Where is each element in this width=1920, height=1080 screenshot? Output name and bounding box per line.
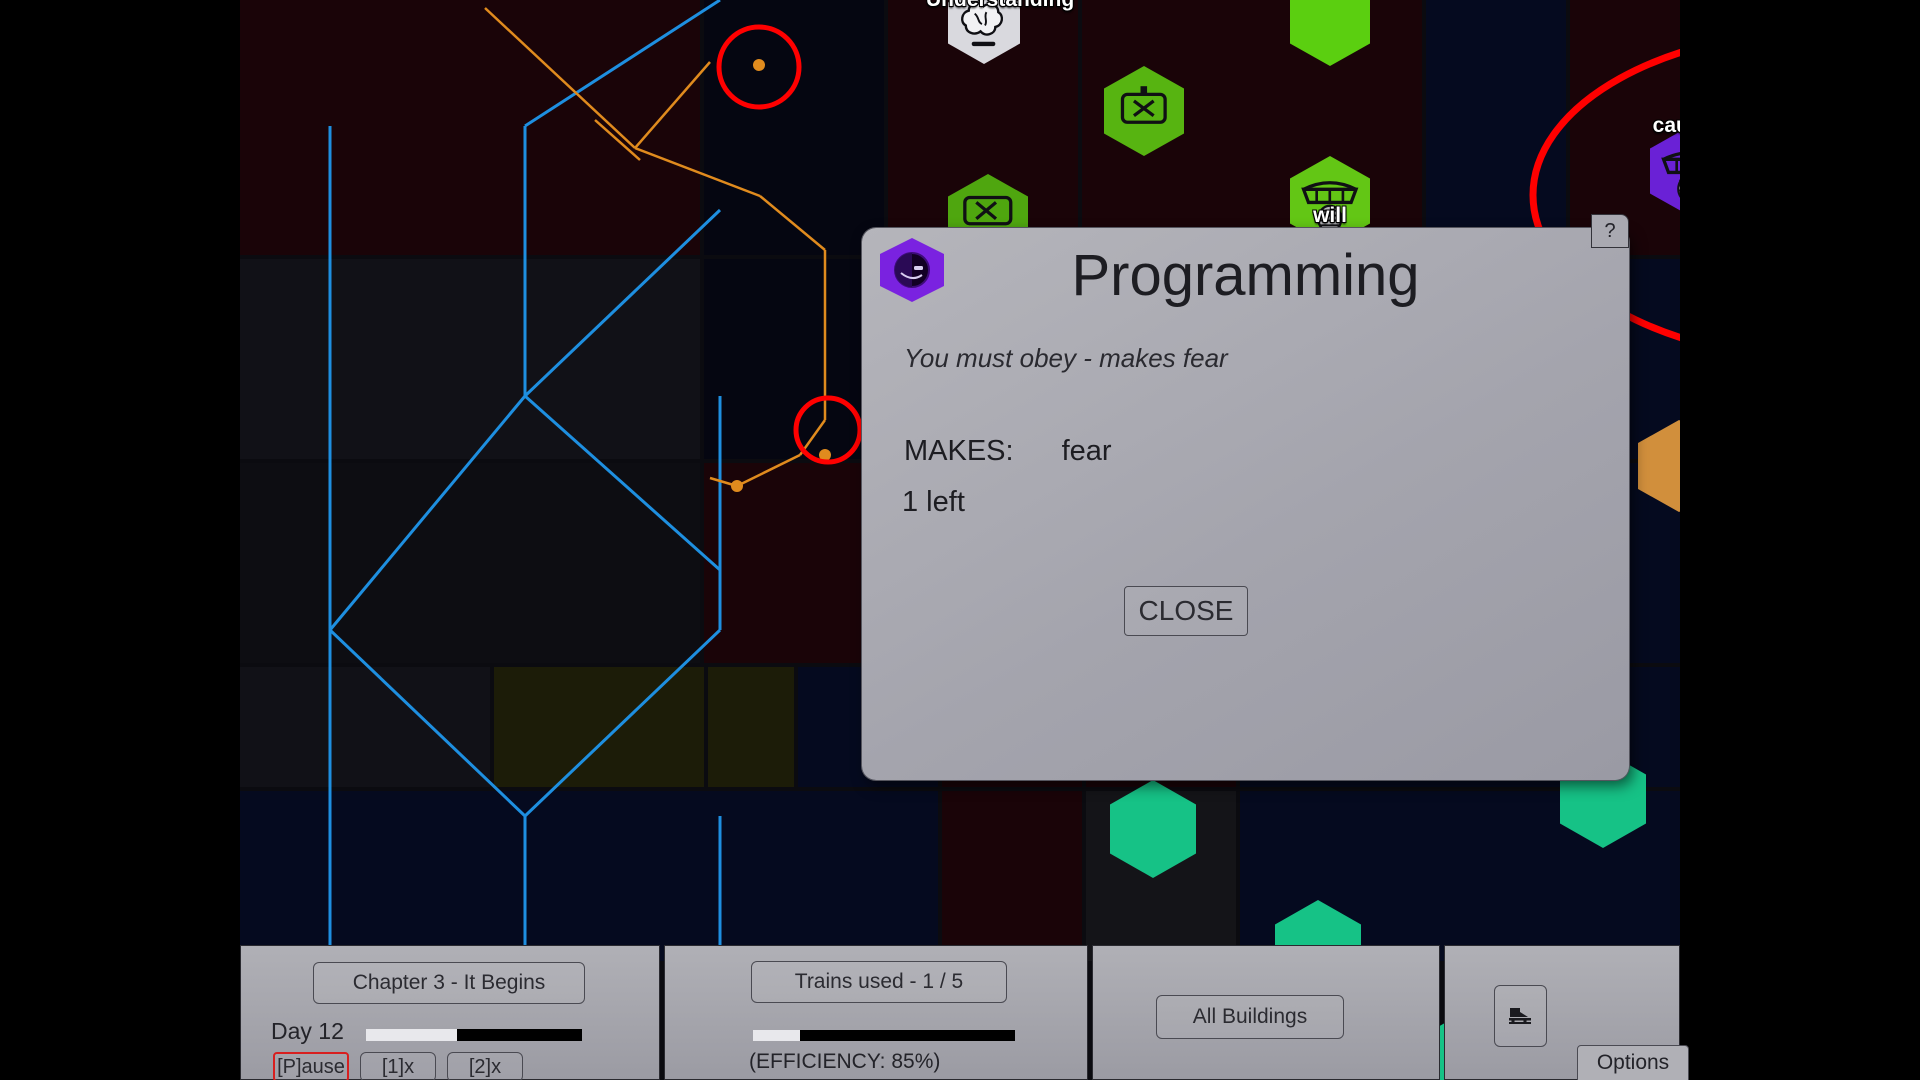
close-button[interactable]: CLOSE — [1124, 586, 1248, 636]
train-icon — [1508, 1008, 1531, 1024]
link-line — [328, 395, 527, 631]
all-buildings-button[interactable]: All Buildings — [1156, 995, 1344, 1039]
link-line — [524, 394, 721, 572]
chapter-button[interactable]: Chapter 3 - It Begins — [313, 962, 585, 1004]
options-panel: Options — [1444, 945, 1689, 1080]
supply-route-line — [484, 7, 636, 149]
link-line — [523, 628, 722, 818]
remaining-count: 1 left — [902, 486, 965, 518]
supply-route-line — [594, 119, 641, 161]
speed-controls[interactable]: [P]ause [1]x [2]x — [273, 1052, 523, 1080]
makes-value: fear — [1061, 435, 1112, 467]
makes-label: MAKES: — [904, 435, 1014, 467]
dialog-description: You must obey - makes fear — [904, 343, 1228, 373]
chapter-panel: Chapter 3 - It Begins Day 12 [P]ause [1]x… — [240, 945, 660, 1080]
supply-route-line — [736, 453, 801, 488]
resource-marker — [731, 480, 743, 492]
programming-dialog[interactable]: ? Programming You must obey - makes fear… — [862, 214, 1629, 780]
dialog-title: Programming — [1071, 243, 1420, 308]
train-icon-button[interactable] — [1494, 985, 1547, 1047]
trains-progress-bar — [753, 1030, 1015, 1041]
buildings-panel: All Buildings — [1092, 945, 1440, 1080]
trains-panel: Trains used - 1 / 5 (EFFICIENCY: 85%) — [664, 945, 1088, 1080]
link-line — [328, 628, 527, 818]
speed-button-0[interactable]: [P]ause — [273, 1052, 349, 1080]
resource-marker — [753, 59, 765, 71]
resource-marker — [819, 449, 831, 461]
supply-route-line — [759, 195, 826, 251]
bottom-hud[interactable]: Chapter 3 - It Begins Day 12 [P]ause [1]x… — [240, 945, 1689, 1080]
link-line — [524, 0, 721, 128]
supply-route-line — [798, 419, 827, 456]
supply-route-line — [634, 61, 711, 149]
supply-route-line — [634, 146, 761, 198]
speed-button-2[interactable]: [2]x — [447, 1052, 523, 1080]
options-button[interactable]: Options — [1577, 1045, 1689, 1080]
efficiency-label: (EFFICIENCY: 85%) — [749, 1050, 941, 1073]
day-label: Day 12 — [271, 1018, 344, 1044]
speed-button-1[interactable]: [1]x — [360, 1052, 436, 1080]
trains-used-button[interactable]: Trains used - 1 / 5 — [751, 961, 1007, 1003]
game-screen: Understandingwillenergywillenergycaution… — [0, 0, 1920, 1080]
day-progress-bar — [366, 1029, 582, 1041]
makes-row: MAKES: fear — [904, 435, 1112, 468]
link-line — [523, 208, 722, 398]
